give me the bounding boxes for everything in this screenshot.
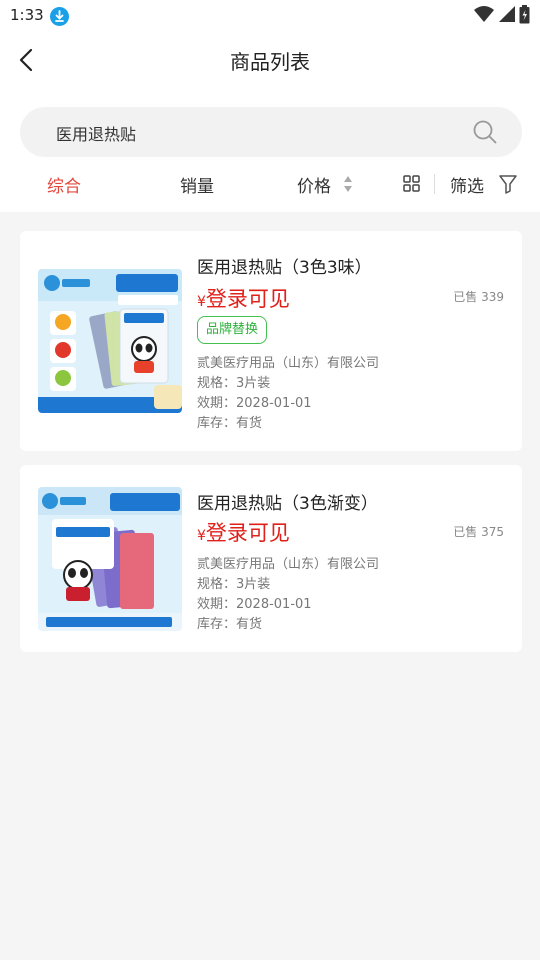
sort-bar: 综合 销量 价格 筛选 <box>0 164 540 204</box>
divider <box>434 174 435 194</box>
product-card[interactable]: 医用退热贴（3色渐变） ¥登录可见 已售 375 贰美医疗用品（山东）有限公司 … <box>20 465 522 652</box>
sort-overall[interactable]: 综合 <box>47 172 81 197</box>
search-input[interactable]: 医用退热贴 <box>56 121 136 145</box>
wifi-icon <box>474 5 494 27</box>
battery-icon <box>519 4 530 28</box>
product-image[interactable] <box>38 269 182 413</box>
signal-icon <box>498 5 515 27</box>
product-name[interactable]: 医用退热贴（3色3味） <box>197 253 372 278</box>
filter-label[interactable]: 筛选 <box>450 172 484 197</box>
status-bar: 1:33 <box>0 0 540 32</box>
sort-arrows-icon[interactable] <box>343 175 353 193</box>
company-name: 贰美医疗用品（山东）有限公司 <box>197 557 380 572</box>
filter-icon[interactable] <box>499 174 517 194</box>
page-title: 商品列表 <box>230 50 310 74</box>
product-expiry: 效期：2028-01-01 <box>197 597 312 612</box>
product-image[interactable] <box>38 487 182 631</box>
status-time: 1:33 <box>10 6 44 24</box>
product-meta: 贰美医疗用品（山东）有限公司 规格：3片装 效期：2028-01-01 库存：有… <box>197 354 379 434</box>
sort-price[interactable]: 价格 <box>297 172 331 197</box>
download-icon <box>50 7 69 26</box>
header: 商品列表 <box>0 36 540 84</box>
product-stock: 库存：有货 <box>197 416 263 431</box>
price-text: 登录可见 <box>205 521 290 545</box>
search-icon[interactable] <box>472 119 498 145</box>
grid-view-icon[interactable] <box>403 175 420 192</box>
product-spec: 规格：3片装 <box>197 577 271 592</box>
price-currency: ¥ <box>197 528 206 544</box>
product-price: ¥登录可见 <box>197 283 290 313</box>
product-spec: 规格：3片装 <box>197 376 271 391</box>
sold-count: 已售 339 <box>453 290 504 304</box>
product-stock: 库存：有货 <box>197 617 263 632</box>
company-name: 贰美医疗用品（山东）有限公司 <box>197 356 380 371</box>
product-price: ¥登录可见 <box>197 517 290 547</box>
price-text: 登录可见 <box>205 287 290 311</box>
product-name[interactable]: 医用退热贴（3色渐变） <box>197 489 378 514</box>
sold-count: 已售 375 <box>453 525 504 539</box>
sort-sales[interactable]: 销量 <box>180 172 214 197</box>
price-currency: ¥ <box>197 294 206 310</box>
top-area: 1:33 商品列表 医用退热贴 综合 销量 价格 筛选 <box>0 0 540 212</box>
product-expiry: 效期：2028-01-01 <box>197 396 312 411</box>
product-meta: 贰美医疗用品（山东）有限公司 规格：3片装 效期：2028-01-01 库存：有… <box>197 555 379 635</box>
search-bar[interactable]: 医用退热贴 <box>20 107 522 157</box>
brand-replace-badge[interactable]: 品牌替换 <box>197 316 268 344</box>
product-card[interactable]: 医用退热贴（3色3味） ¥登录可见 已售 339 品牌替换 贰美医疗用品（山东）… <box>20 231 522 451</box>
